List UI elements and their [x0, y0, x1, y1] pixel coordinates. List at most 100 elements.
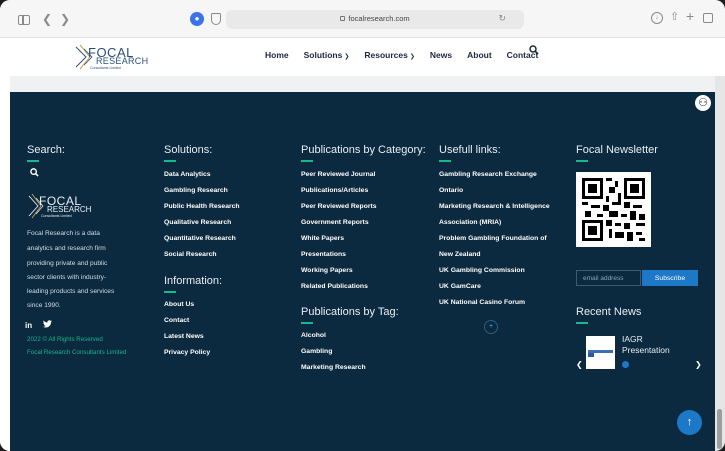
nav-resources-label: Resources [364, 50, 408, 60]
footer-recent-news-title: Recent News [576, 306, 642, 318]
title-underline [27, 160, 39, 162]
chevron-down-icon: ❯ [409, 54, 415, 60]
solution-link[interactable]: Social Research [164, 251, 217, 258]
solution-link[interactable]: Data Analytics [164, 171, 211, 178]
search-icon[interactable] [30, 168, 39, 179]
page-scrollbar[interactable] [715, 76, 725, 451]
thumbnail-graphic [588, 353, 594, 357]
site-logo[interactable]: FOCAL RESEARCH Consultants Limited [74, 43, 154, 71]
news-thumbnail[interactable] [586, 336, 615, 369]
useful-link[interactable]: Ontario [439, 187, 463, 194]
information-link[interactable]: Latest News [164, 333, 204, 340]
address-bar[interactable]: focalresearch.com ↻ [226, 10, 524, 29]
chevron-left-icon[interactable]: ❮ [576, 360, 583, 369]
nav-news[interactable]: News [430, 50, 452, 60]
useful-link[interactable]: New Zealand [439, 251, 481, 258]
useful-link[interactable]: Problem Gambling Foundation of [439, 235, 547, 242]
information-link[interactable]: Privacy Policy [164, 349, 210, 356]
useful-link[interactable]: UK GamCare [439, 283, 481, 290]
news-item-title[interactable]: Presentation [622, 345, 670, 355]
useful-link[interactable]: UK Gambling Commission [439, 267, 525, 274]
title-underline [164, 160, 176, 162]
scrollbar-thumb[interactable] [717, 409, 722, 449]
qr-code-icon [582, 178, 645, 241]
accessibility-icon: ⚇ [695, 95, 711, 111]
useful-link[interactable]: UK National Casino Forum [439, 299, 525, 306]
content-spacer [10, 76, 715, 92]
back-arrow-icon[interactable]: ❮ [42, 13, 52, 25]
search-icon[interactable] [529, 45, 539, 58]
useful-link[interactable]: Gambling Research Exchange [439, 171, 537, 178]
about-text-line: sector clients with industry- [27, 274, 107, 281]
sidebar-toggle-icon[interactable] [18, 15, 30, 25]
solution-link[interactable]: Gambling Research [164, 187, 228, 194]
tab-overview-icon[interactable] [703, 13, 713, 23]
chevron-down-icon: ❯ [344, 54, 350, 60]
footer-logo-subtitle: Consultants Limited [41, 214, 72, 218]
site-footer: ⚇ Search: FOCAL RESEARCH Consultants Lim… [10, 92, 715, 451]
publication-category-link[interactable]: Publications/Articles [301, 187, 368, 194]
links-pager-button[interactable]: + [484, 320, 498, 334]
newsletter-email-input[interactable] [576, 270, 641, 286]
nav-solutions-label: Solutions [303, 50, 343, 60]
about-text-line: providing private and public [27, 260, 108, 267]
publication-category-link[interactable]: Peer Reviewed Reports [301, 203, 377, 210]
publication-category-link[interactable]: Related Publications [301, 283, 368, 290]
scroll-to-top-button[interactable]: ↑ [677, 410, 702, 435]
subscribe-button[interactable]: Subscribe [642, 270, 698, 286]
footer-information-title: Information: [164, 275, 223, 287]
logo-text-research: RESEARCH [96, 56, 149, 66]
publication-category-link[interactable]: White Papers [301, 235, 344, 242]
new-tab-icon[interactable]: + [686, 9, 694, 23]
about-text-line: analytics and research firm [27, 245, 106, 252]
accessibility-button[interactable]: ⚇ [691, 92, 715, 114]
about-text-line: leading products and services [27, 288, 115, 295]
arrow-up-icon: ↑ [686, 416, 693, 428]
publication-tag-link[interactable]: Marketing Research [301, 364, 366, 371]
footer-logo-research: RESEARCH [47, 205, 92, 214]
publication-tag-link[interactable]: Gambling [301, 348, 332, 355]
twitter-icon[interactable] [43, 320, 52, 330]
solution-link[interactable]: Qualitative Research [164, 219, 231, 226]
information-link[interactable]: Contact [164, 317, 189, 324]
privacy-shield-icon[interactable] [211, 13, 221, 25]
title-underline [301, 160, 313, 162]
extension-icon[interactable]: ● [190, 12, 204, 26]
publication-category-link[interactable]: Presentations [301, 251, 346, 258]
logo-subtitle: Consultants Limited [90, 66, 121, 70]
title-underline [576, 160, 588, 162]
nav-resources[interactable]: Resources ❯ [364, 50, 415, 60]
title-underline [301, 322, 313, 324]
useful-link[interactable]: Association (MRIA) [439, 219, 501, 226]
linkedin-icon[interactable]: in [25, 321, 32, 330]
download-icon[interactable]: ↓ [651, 12, 663, 24]
url-text: focalresearch.com [348, 14, 410, 23]
news-item-title[interactable]: IAGR [622, 334, 643, 344]
company-name: Focal Research Consultants Limited [27, 349, 127, 356]
title-underline [576, 322, 588, 324]
forward-arrow-icon[interactable]: ❯ [60, 13, 70, 25]
publication-category-link[interactable]: Working Papers [301, 267, 353, 274]
nav-solutions[interactable]: Solutions ❯ [304, 50, 350, 60]
reload-icon[interactable]: ↻ [498, 13, 506, 24]
chevron-right-icon[interactable]: ❯ [695, 360, 702, 369]
nav-home[interactable]: Home [265, 50, 289, 60]
publication-category-link[interactable]: Government Reports [301, 219, 369, 226]
solution-link[interactable]: Quantitative Research [164, 235, 236, 242]
copyright-text: 2022 © All Rights Reserved [27, 336, 103, 343]
footer-publications-tag-title: Publications by Tag: [301, 306, 399, 318]
solution-link[interactable]: Public Health Research [164, 203, 240, 210]
page-margin [0, 76, 10, 451]
news-indicator-dot[interactable] [622, 361, 629, 368]
footer-logo[interactable]: FOCAL RESEARCH Consultants Limited [27, 192, 97, 220]
information-link[interactable]: About Us [164, 301, 194, 308]
nav-about[interactable]: About [467, 50, 492, 60]
useful-link[interactable]: Marketing Research & Intelligence [439, 203, 550, 210]
url-display: focalresearch.com [226, 14, 524, 23]
main-nav: Home Solutions ❯ Resources ❯ News About Co… [265, 50, 553, 60]
share-icon[interactable]: ⇧ [670, 11, 679, 23]
publication-tag-link[interactable]: Alcohol [301, 332, 326, 339]
publication-category-link[interactable]: Peer Reviewed Journal [301, 171, 375, 178]
browser-toolbar: ❮ ❯ ● focalresearch.com ↻ ↓ ⇧ + [0, 0, 725, 38]
title-underline [439, 160, 451, 162]
